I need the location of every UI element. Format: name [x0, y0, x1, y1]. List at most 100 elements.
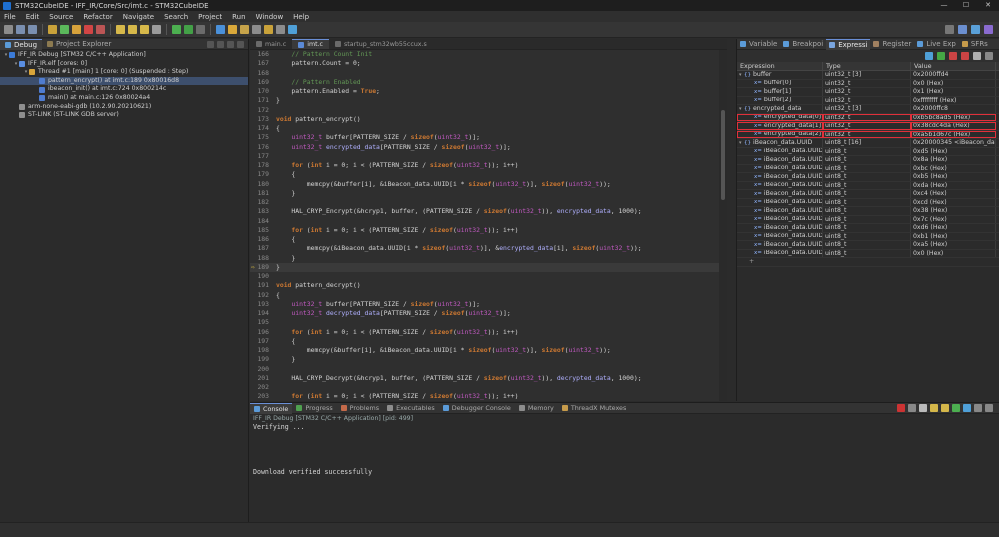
scrollbar-thumb[interactable]: [721, 110, 725, 200]
expression-row[interactable]: x= encrypted_data[0] uint32_t 0xb5bc8ad5 (H…: [737, 113, 999, 122]
clear-console-icon[interactable]: [919, 404, 927, 412]
pin-icon[interactable]: [252, 25, 261, 34]
expression-name[interactable]: x= iBeacon_data.UUID[: [737, 190, 823, 198]
line-number[interactable]: 187: [250, 244, 272, 253]
tree-row[interactable]: main() at main.c:126 0x80024a4: [0, 94, 248, 103]
editor-tab-imt-c[interactable]: imt.c: [292, 39, 330, 49]
line-number[interactable]: 170: [250, 87, 272, 96]
expression-name[interactable]: x= iBeacon_data.UUID[: [737, 249, 823, 257]
tab-breakpoi[interactable]: Breakpoi: [780, 39, 826, 50]
expression-value[interactable]: 0x20000345 <iBeacon_dat: [911, 139, 996, 147]
view-menu-icon[interactable]: [217, 40, 224, 48]
expression-name[interactable]: x= iBeacon_data.UUID[: [737, 241, 823, 249]
expression-row[interactable]: x= iBeacon_data.UUID[uint8_t 0x0 (Hex): [737, 249, 999, 258]
expression-value[interactable]: 0xcd (Hex): [911, 198, 996, 206]
code-body[interactable]: 166 // Pattern Count Init 167 pattern.Cou…: [250, 50, 727, 411]
perspective-device-icon[interactable]: [984, 25, 993, 34]
expression-value[interactable]: 0xd5 (Hex): [911, 147, 996, 155]
line-number[interactable]: 191: [250, 281, 272, 290]
line-number[interactable]: 184: [250, 217, 272, 226]
expression-row[interactable]: x= buffer[1] uint32_t 0x1 (Hex): [737, 88, 999, 97]
line-number[interactable]: 174: [250, 124, 272, 133]
minimize-view-icon[interactable]: [227, 40, 234, 48]
tab-live exp[interactable]: Live Exp: [914, 39, 959, 50]
expression-name[interactable]: x= iBeacon_data.UUID[: [737, 215, 823, 223]
menu-source[interactable]: Source: [49, 13, 73, 21]
add-new-expression[interactable]: +: [737, 258, 999, 267]
expression-row[interactable]: x= buffer[0] uint32_t 0x0 (Hex): [737, 79, 999, 88]
line-number[interactable]: 167: [250, 59, 272, 68]
line-number[interactable]: 200: [250, 365, 272, 374]
remove-expression-icon[interactable]: [949, 52, 957, 60]
tab-threadx-mutexes[interactable]: ThreadX Mutexes: [558, 403, 631, 414]
expression-value[interactable]: 0xda (Hex): [911, 181, 996, 189]
maximize-button[interactable]: ☐: [955, 0, 977, 11]
expression-row[interactable]: x= iBeacon_data.UUID[uint8_t 0x38 (Hex): [737, 207, 999, 216]
remove-launch-icon[interactable]: [908, 404, 916, 412]
tab-debug[interactable]: Debug: [0, 38, 43, 50]
expression-row[interactable]: x= iBeacon_data.UUID[uint8_t 0xa5 (Hex): [737, 241, 999, 250]
step-over-icon[interactable]: [128, 25, 137, 34]
expression-value[interactable]: 0xb1 (Hex): [911, 232, 996, 240]
stack-frame-selected[interactable]: pattern_encrypt() at imt.c:189 0x80016d8: [0, 76, 248, 86]
expression-value[interactable]: 0x2000ffc8: [911, 105, 996, 113]
scroll-lock-icon[interactable]: [930, 404, 938, 412]
new-icon[interactable]: [4, 25, 13, 34]
expression-name[interactable]: x= iBeacon_data.UUID[: [737, 207, 823, 215]
line-number[interactable]: 175: [250, 133, 272, 142]
expression-name[interactable]: x= encrypted_data[2]: [737, 130, 823, 138]
line-number[interactable]: 176: [250, 143, 272, 152]
step-into-icon[interactable]: [116, 25, 125, 34]
expression-name[interactable]: x= iBeacon_data.UUID[: [737, 164, 823, 172]
open-console-icon[interactable]: [985, 404, 993, 412]
line-number[interactable]: 198: [250, 346, 272, 355]
line-number[interactable]: 183: [250, 207, 272, 216]
external-tools-icon[interactable]: [196, 25, 205, 34]
expression-row[interactable]: x= iBeacon_data.UUID[uint8_t 0xb1 (Hex): [737, 232, 999, 241]
save-all-icon[interactable]: [28, 25, 37, 34]
expression-row[interactable]: ▾{} encrypted_data uint32_t [3] 0x2000ffc8: [737, 105, 999, 114]
line-number[interactable]: 169: [250, 78, 272, 87]
menu-run[interactable]: Run: [232, 13, 245, 21]
expression-value[interactable]: 0xd6 (Hex): [911, 224, 996, 232]
view-menu-icon[interactable]: [985, 52, 993, 60]
line-number[interactable]: 181: [250, 189, 272, 198]
expression-value[interactable]: 0xb5 (Hex): [911, 173, 996, 181]
save-icon[interactable]: [16, 25, 25, 34]
collapse-all-icon[interactable]: [207, 40, 214, 48]
expression-name[interactable]: ▾{} encrypted_data: [737, 105, 823, 113]
close-button[interactable]: ✕: [977, 0, 999, 11]
expression-name[interactable]: x= encrypted_data[1]: [737, 122, 823, 130]
expression-value[interactable]: 0xb5bc8ad5 (Hex): [911, 113, 996, 121]
tab-console[interactable]: Console: [250, 402, 293, 414]
tree-row[interactable]: ST-LINK (ST-LINK GDB server): [0, 111, 248, 120]
expression-row[interactable]: x= iBeacon_data.UUID[uint8_t 0x7c (Hex): [737, 215, 999, 224]
expression-value[interactable]: 0x0 (Hex): [911, 249, 996, 257]
tree-row[interactable]: ▾ Thread #1 [main] 1 [core: 0] (Suspended…: [0, 68, 248, 77]
menu-project[interactable]: Project: [198, 13, 222, 21]
perspective-debug-icon[interactable]: [971, 25, 980, 34]
tab-problems[interactable]: Problems: [337, 403, 383, 414]
expression-value[interactable]: 0x8a (Hex): [911, 156, 996, 164]
line-number[interactable]: 186: [250, 235, 272, 244]
expression-name[interactable]: x= buffer[2]: [737, 96, 823, 104]
tree-row[interactable]: ▾ IFF_IR Debug [STM32 C/C++ Application]: [0, 51, 248, 60]
expression-value[interactable]: 0x1 (Hex): [911, 88, 996, 96]
menu-help[interactable]: Help: [293, 13, 309, 21]
maximize-view-icon[interactable]: [237, 40, 244, 48]
line-number[interactable]: 185: [250, 226, 272, 235]
line-number[interactable]: 171: [250, 96, 272, 105]
expression-value[interactable]: 0x38cdc4da (Hex): [911, 122, 996, 130]
expression-row[interactable]: x= iBeacon_data.UUID[uint8_t 0xd6 (Hex): [737, 224, 999, 233]
tab-memory[interactable]: Memory: [515, 403, 558, 414]
remove-all-icon[interactable]: [961, 52, 969, 60]
expression-row[interactable]: x= iBeacon_data.UUID[uint8_t 0xda (Hex): [737, 181, 999, 190]
line-number[interactable]: 173: [250, 115, 272, 124]
tab-expressi[interactable]: Expressi: [826, 38, 871, 50]
expression-value[interactable]: 0x2000ffd4: [911, 71, 996, 79]
expression-row[interactable]: x= iBeacon_data.UUID[uint8_t 0x8a (Hex): [737, 156, 999, 165]
expression-name[interactable]: x= encrypted_data[0]: [737, 113, 823, 121]
line-number[interactable]: 177: [250, 152, 272, 161]
expression-name[interactable]: x= iBeacon_data.UUID[: [737, 232, 823, 240]
line-number[interactable]: 203: [250, 392, 272, 401]
